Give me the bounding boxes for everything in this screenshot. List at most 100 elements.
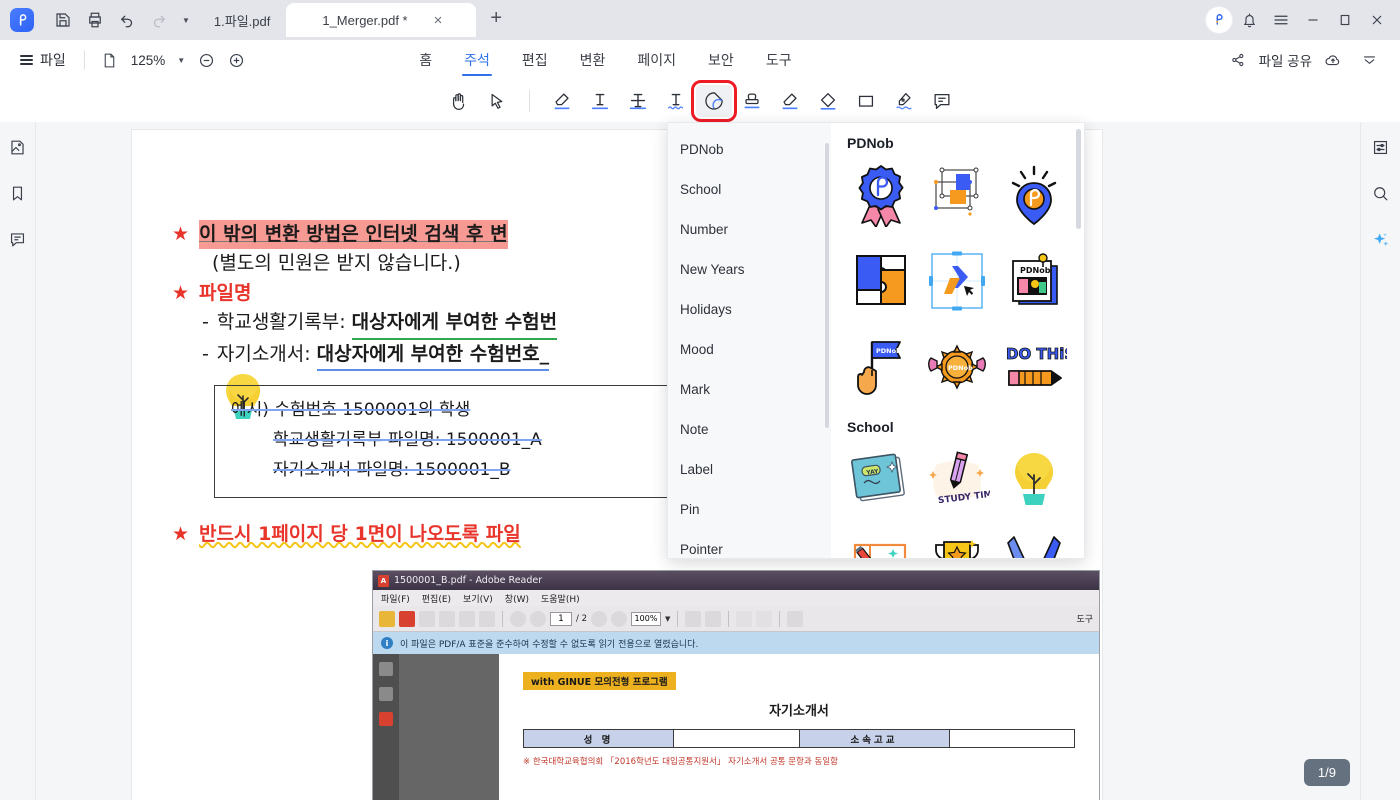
adobe-document-page: with GINUE 모의전형 프로그램 자기소개서 성 명 소속고교 ※ 한국… [499,654,1099,800]
sticker-yay-notebook[interactable]: YAY [845,439,917,519]
collapse-ribbon-icon[interactable] [1354,45,1384,75]
sticker-category-number[interactable]: Number [668,209,831,249]
bookmark-icon[interactable] [5,180,31,206]
comment-icon[interactable] [5,226,31,252]
new-tab-button[interactable]: + [478,8,512,32]
sticker-pdnob-location-pin[interactable] [998,155,1070,235]
adobe-side-rail [373,654,399,800]
highlight-tool[interactable] [544,85,580,117]
hand-tool[interactable] [441,85,477,117]
sticker-category-mood[interactable]: Mood [668,329,831,369]
share-file-button[interactable]: 파일 공유 [1259,50,1312,70]
page-fit-icon[interactable] [95,45,125,75]
pencil-tool[interactable] [772,85,808,117]
sticker-category-new-years[interactable]: New Years [668,249,831,289]
stamp-tool[interactable] [734,85,770,117]
history-caret-icon[interactable]: ▼ [176,16,196,25]
save-icon[interactable] [48,5,78,35]
tab-file-1[interactable]: 1.파일.pdf [198,3,284,37]
pdnob-account-icon[interactable] [1206,7,1232,33]
sticker-pdnob-photo-note[interactable]: PDNob [998,241,1070,321]
tab-security[interactable]: 보안 [692,40,750,80]
divider [528,90,530,112]
pdf-editor-window: ▼ 1.파일.pdf 1_Merger.pdf * × + 파일 125% ▼ … [0,0,1400,800]
sticker-category-pin[interactable]: Pin [668,489,831,529]
adobe-page-number-field: 1 [550,611,572,626]
hamburger-icon [20,55,33,65]
tab-edit[interactable]: 편집 [506,40,564,80]
print-icon[interactable] [80,5,110,35]
close-tab-icon[interactable]: × [434,13,443,28]
sticker-pdnob-puzzle-pieces[interactable] [845,241,917,321]
zoom-level-label[interactable]: 125% [125,53,172,68]
underline-tool[interactable] [582,85,618,117]
star-bullet-icon: ★ [172,281,190,304]
sticker-pdnob-rosette-badge[interactable] [845,155,917,235]
rectangle-tool[interactable] [848,85,884,117]
bell-icon[interactable] [1234,5,1264,35]
zoom-dropdown-caret-icon[interactable]: ▼ [171,56,191,65]
thumbnail-icon[interactable] [5,134,31,160]
search-icon[interactable] [1368,180,1394,206]
sticker-tool[interactable] [690,80,737,122]
squiggly-underline-tool[interactable] [658,85,694,117]
sticker-category-pointer[interactable]: Pointer [668,529,831,558]
strikethrough-tool[interactable] [620,85,656,117]
right-sidebar-rail [1360,122,1400,800]
menu-icon[interactable] [1266,5,1296,35]
sticker-grid-scrollbar[interactable] [1076,129,1081,229]
title-bar-left: ▼ 1.파일.pdf 1_Merger.pdf * × + [0,0,512,40]
sticker-grid[interactable]: PDNob PDNob PDNob PDNob DO THi School YA… [831,123,1084,558]
sticker-medal-ribbon[interactable] [998,525,1070,558]
zoom-out-icon[interactable] [191,45,221,75]
sticker-pdnob-shapes-frames[interactable] [921,155,993,235]
tab-home[interactable]: 홈 [403,40,448,80]
redo-icon[interactable] [144,5,174,35]
sparkle-icon[interactable] [1368,226,1394,252]
adobe-fit-page-icon [705,610,722,627]
share-icon[interactable] [1223,45,1253,75]
sticker-category-label[interactable]: Label [668,449,831,489]
tab-tools[interactable]: 도구 [750,40,808,80]
tab-annotate[interactable]: 주석 [448,40,506,80]
sticker-category-note[interactable]: Note [668,409,831,449]
adobe-zoom-out-icon [590,610,607,627]
star-bullet-icon: ★ [172,223,190,245]
tab-page[interactable]: 페이지 [621,40,692,80]
sticker-idea-lightbulb[interactable] [998,439,1070,519]
category-label: PDNob [680,141,724,157]
sticker-trophy[interactable] [921,525,993,558]
sticker-pdnob-logo-selection[interactable] [921,241,993,321]
zoom-in-icon[interactable] [221,45,251,75]
table-cell [673,729,800,748]
sticker-category-list[interactable]: PDNob School Number New Years Holidays M… [668,123,831,558]
sliders-icon[interactable] [1368,134,1394,160]
maximize-icon[interactable] [1330,5,1360,35]
sticker-study-time-pencil[interactable]: STUDY TIME [921,439,993,519]
sticker-category-pdnob[interactable]: PDNob [668,129,831,169]
sticker-pdnob-flag-hand[interactable]: PDNob [845,327,917,407]
eraser-tool[interactable] [810,85,846,117]
tab-file-2-active[interactable]: 1_Merger.pdf * × [286,3,477,37]
sticker-pdnob-sun-medal[interactable]: PDNob [921,327,993,407]
signature-tool[interactable] [886,85,922,117]
adobe-menu-item: 파일(F) [381,594,410,605]
file-menu-button[interactable]: 파일 [12,50,74,70]
undo-icon[interactable] [112,5,142,35]
cloud-upload-icon[interactable] [1318,45,1348,75]
sticker-category-mark[interactable]: Mark [668,369,831,409]
minimize-icon[interactable] [1298,5,1328,35]
sticker-picker-popup[interactable]: PDNob School Number New Years Holidays M… [667,122,1085,559]
select-tool[interactable] [479,85,515,117]
sticker-notebook-pencil[interactable] [845,525,917,558]
tab-convert[interactable]: 변환 [564,40,622,80]
close-window-icon[interactable] [1362,5,1392,35]
adobe-page-total: / 2 [576,613,587,624]
svg-text:PDNob: PDNob [948,364,973,372]
note-tool[interactable] [924,85,960,117]
category-scrollbar[interactable] [825,143,829,428]
sticker-category-school[interactable]: School [668,169,831,209]
sticker-do-this-pencil[interactable]: DO THiS [998,327,1070,407]
sticker-category-holidays[interactable]: Holidays [668,289,831,329]
divider [83,50,85,70]
